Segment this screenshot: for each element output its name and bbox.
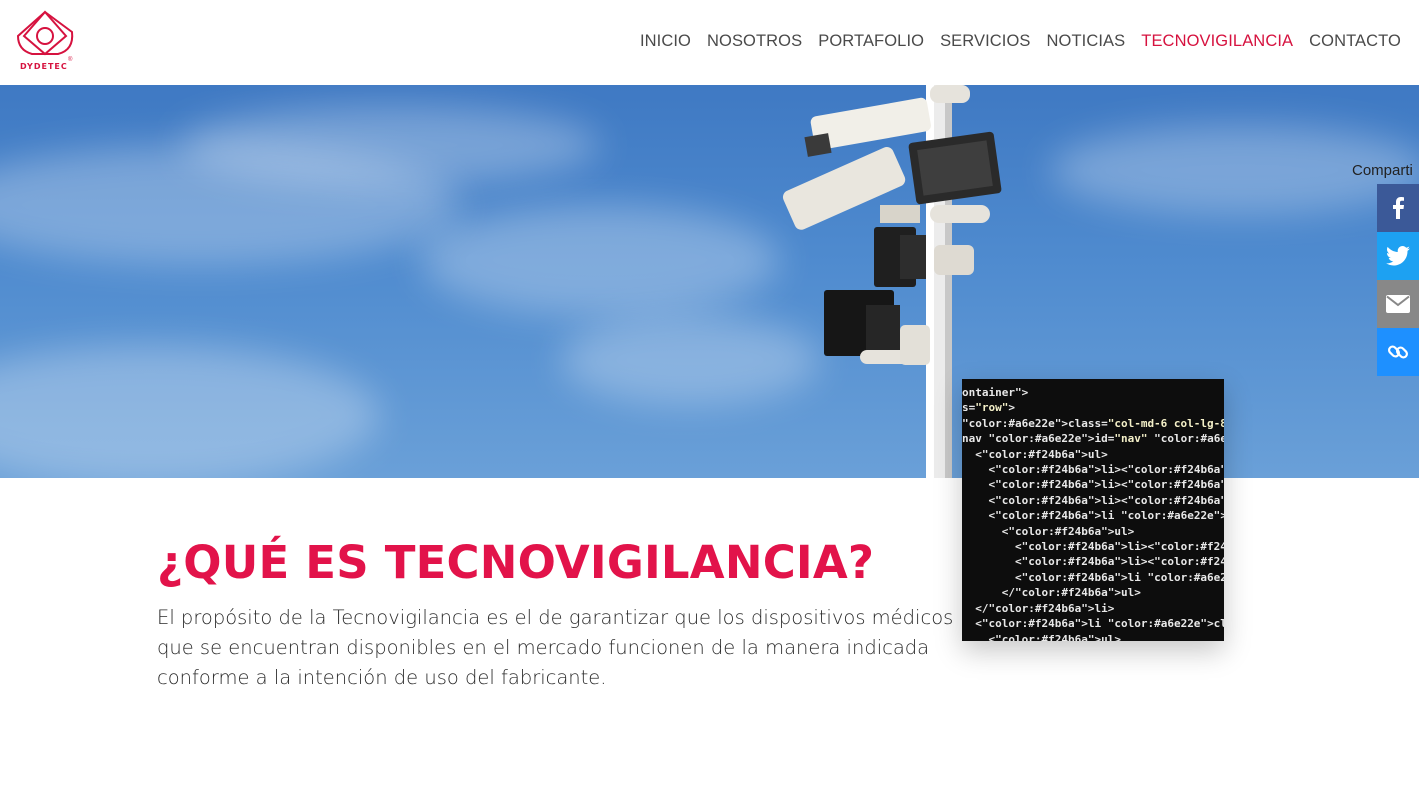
code-line: <"color:#f24b6a">li><"color:#f24b6a">a "… [962,478,1224,492]
code-line: </"color:#f24b6a">ul> [962,586,1141,600]
nav-item-contacto[interactable]: CONTACTO [1309,32,1401,51]
share-twitter-button[interactable] [1377,232,1419,280]
nav-item-inicio[interactable]: INICIO [640,32,691,51]
code-line: <"color:#f24b6a">ul> [962,524,1135,538]
nav-item-portafolio[interactable]: PORTAFOLIO [818,32,924,51]
code-screenshot-image: ontainer"> s="row"> "color:#a6e22e">class=… [962,379,1224,641]
nav-item-servicios[interactable]: SERVICIOS [940,32,1030,51]
paragraph-line: El propósito de la Tecnovigilancia es el… [157,606,954,629]
code-line: <"color:#f24b6a">ul> [962,632,1121,642]
dydetec-logo[interactable]: DYDETEC ® [14,10,76,74]
code-line: s="row"> [962,401,1015,415]
paragraph-line: que se encuentran disponibles en el merc… [157,636,930,659]
share-link-button[interactable] [1377,328,1419,376]
code-line: ontainer"> [962,386,1029,399]
share-facebook-button[interactable] [1377,184,1419,232]
intro-paragraph: El propósito de la Tecnovigilancia es el… [157,603,954,693]
code-line: <"color:#f24b6a">li><"color:#f24b6a">a "… [962,493,1224,507]
share-label: Comparti [1352,162,1413,179]
code-line: <"color:#f24b6a">li><"color:#f24b6a">a "… [962,463,1224,477]
logo-wordmark: DYDETEC [20,62,68,71]
facebook-icon [1393,197,1404,219]
page-title: ¿QUÉ ES TECNOVIGILANCIA? [157,536,875,589]
twitter-icon [1386,246,1410,266]
paragraph-line: conforme a la intención de uso del fabri… [157,666,607,689]
code-line: <"color:#f24b6a">li "color:#a6e22e">clas… [962,617,1224,631]
code-line: nav "color:#a6e22e">id="nav" "color:#a6e… [962,432,1224,446]
code-line: <"color:#f24b6a">li><"color:#f24b6a">a "… [962,540,1224,554]
nav-item-nosotros[interactable]: NOSOTROS [707,32,802,51]
logo-mark-icon [16,10,74,56]
registered-mark: ® [68,57,73,63]
email-icon [1386,295,1410,313]
site-header: DYDETEC ® INICIO NOSOTROS PORTAFOLIO SER… [0,0,1419,85]
share-email-button[interactable] [1377,280,1419,328]
nav-item-tecnovigilancia[interactable]: TECNOVIGILANCIA [1141,32,1293,51]
code-line: <"color:#f24b6a">li "color:#a6e22e">clas… [962,570,1224,584]
code-line: <"color:#f24b6a">li "color:#a6e22e">clas… [962,509,1224,523]
link-icon [1387,345,1409,359]
main-navigation: INICIO NOSOTROS PORTAFOLIO SERVICIOS NOT… [624,32,1401,51]
code-line: "color:#a6e22e">class="col-md-6 col-lg-8… [962,416,1224,430]
code-line: <"color:#f24b6a">li><"color:#f24b6a">a "… [962,555,1224,569]
code-line: <"color:#f24b6a">ul> [962,447,1108,461]
code-listing: ontainer"> s="row"> "color:#a6e22e">class=… [962,379,1224,641]
nav-item-noticias[interactable]: NOTICIAS [1047,32,1126,51]
code-line: </"color:#f24b6a">li> [962,601,1115,615]
